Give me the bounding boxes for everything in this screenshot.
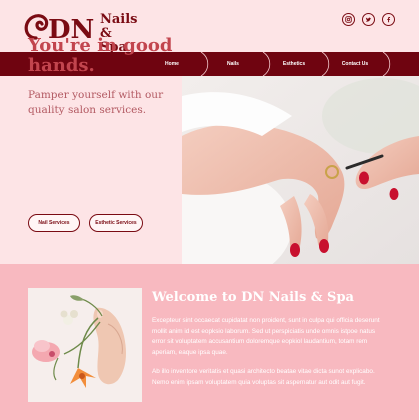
nav-esthetics[interactable]: Esthetics xyxy=(266,52,322,76)
welcome-paragraph-1: Excepteur sint occaecat cupidatat non pr… xyxy=(152,317,380,356)
social-links xyxy=(342,13,395,26)
twitter-icon[interactable] xyxy=(362,13,375,26)
manicure-hands-photo xyxy=(182,76,419,264)
facebook-icon[interactable] xyxy=(382,13,395,26)
nav-nails[interactable]: Nails xyxy=(204,52,262,76)
nav-divider-icon xyxy=(382,52,391,76)
flowers-illustration-icon xyxy=(28,288,142,402)
welcome-title: Welcome to DN Nails & Spa xyxy=(152,290,354,305)
logo-name-line1: Nails xyxy=(100,12,138,27)
welcome-paragraph-2: Ab illo inventore veritatis et quasi arc… xyxy=(152,368,375,386)
nav-contact-us[interactable]: Contact Us xyxy=(326,52,384,76)
esthetic-services-button[interactable]: Esthetic Services xyxy=(89,214,143,232)
hero-title: You're in good hands. xyxy=(28,35,173,76)
manicure-illustration-icon xyxy=(182,76,419,264)
instagram-icon[interactable] xyxy=(342,13,355,26)
hand-with-flowers-photo xyxy=(28,288,142,402)
hero-subtitle: Pamper yourself with our quality salon s… xyxy=(28,89,164,116)
nail-services-button[interactable]: Nail Services xyxy=(28,214,80,232)
